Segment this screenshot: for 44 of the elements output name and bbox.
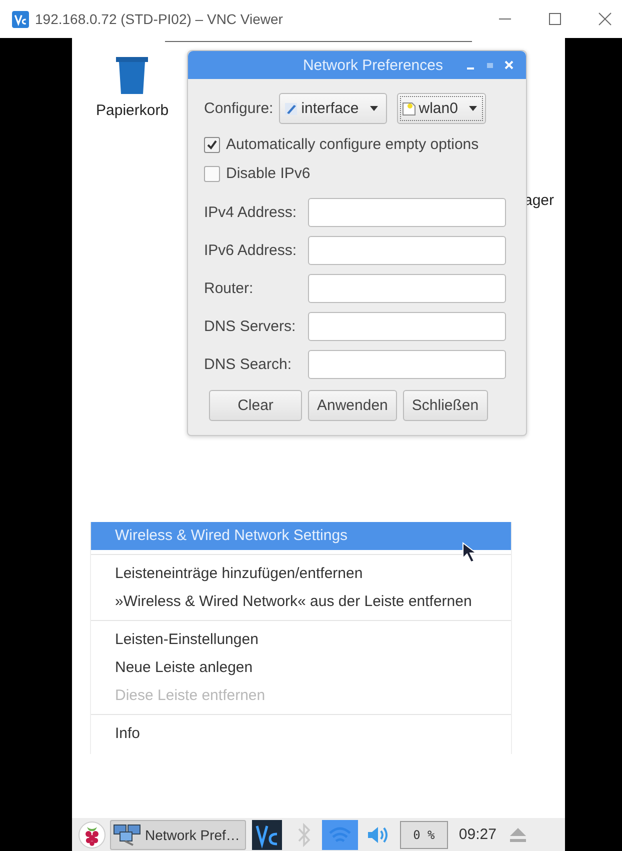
- checkbox[interactable]: [204, 166, 220, 182]
- pencil-icon: [284, 102, 298, 116]
- dialog-button[interactable]: Anwenden: [308, 390, 397, 421]
- input-field[interactable]: [308, 236, 506, 265]
- checkbox-label: Automatically configure empty options: [226, 136, 479, 153]
- input-field[interactable]: [308, 274, 506, 303]
- checkbox-label: Disable IPv6: [226, 165, 310, 182]
- input-field[interactable]: [308, 312, 506, 341]
- clock[interactable]: 09:27: [458, 826, 496, 843]
- taskbar-button[interactable]: Network Pref…: [110, 820, 246, 850]
- cpu-usage-monitor: 0 %: [400, 820, 448, 848]
- menu-item[interactable]: Leisteneinträge hinzufügen/entfernen: [91, 560, 511, 588]
- menu-item[interactable]: Info: [91, 720, 511, 748]
- menu-item[interactable]: »Wireless & Wired Network« aus der Leiste entfernen: [91, 588, 511, 616]
- field-label: DNS Servers:: [204, 318, 297, 335]
- eject-icon[interactable]: [508, 826, 528, 844]
- document-bulb-icon: [402, 102, 416, 116]
- checkbox[interactable]: [204, 136, 220, 152]
- configure-label: Configure:: [204, 100, 274, 117]
- window-title: 192.168.0.72 (STD-PI02) – VNC Viewer: [35, 11, 283, 27]
- vnc-icon[interactable]: [252, 820, 282, 850]
- caret-icon: [468, 106, 477, 111]
- dialog-title: Network Preferences: [302, 56, 443, 74]
- maximize-icon[interactable]: [548, 12, 562, 26]
- desktop-icon-label[interactable]: Papierkorb: [96, 102, 169, 119]
- close-icon[interactable]: [598, 12, 612, 26]
- wifi-icon[interactable]: [322, 820, 358, 850]
- dropdown[interactable]: wlan0: [396, 93, 486, 124]
- dropdown[interactable]: interface: [279, 93, 387, 124]
- trash-can-icon[interactable]: [115, 54, 150, 94]
- field-label: DNS Search:: [204, 356, 293, 373]
- input-field[interactable]: [308, 350, 506, 379]
- raspberry-icon[interactable]: [78, 820, 106, 848]
- field-label: Router:: [204, 280, 254, 297]
- field-label: IPv6 Address:: [204, 242, 298, 259]
- menu-item[interactable]: Neue Leiste anlegen: [91, 654, 511, 682]
- network-computers-icon: [113, 824, 143, 846]
- input-field[interactable]: [308, 198, 506, 227]
- field-label: IPv4 Address:: [204, 204, 298, 221]
- dialog-button[interactable]: Schließen: [402, 390, 488, 421]
- menu-item[interactable]: Leisten-Einstellungen: [91, 626, 511, 654]
- dialog-button[interactable]: Clear: [209, 390, 302, 421]
- app-logo-icon: [12, 10, 29, 28]
- caret-icon: [370, 106, 378, 111]
